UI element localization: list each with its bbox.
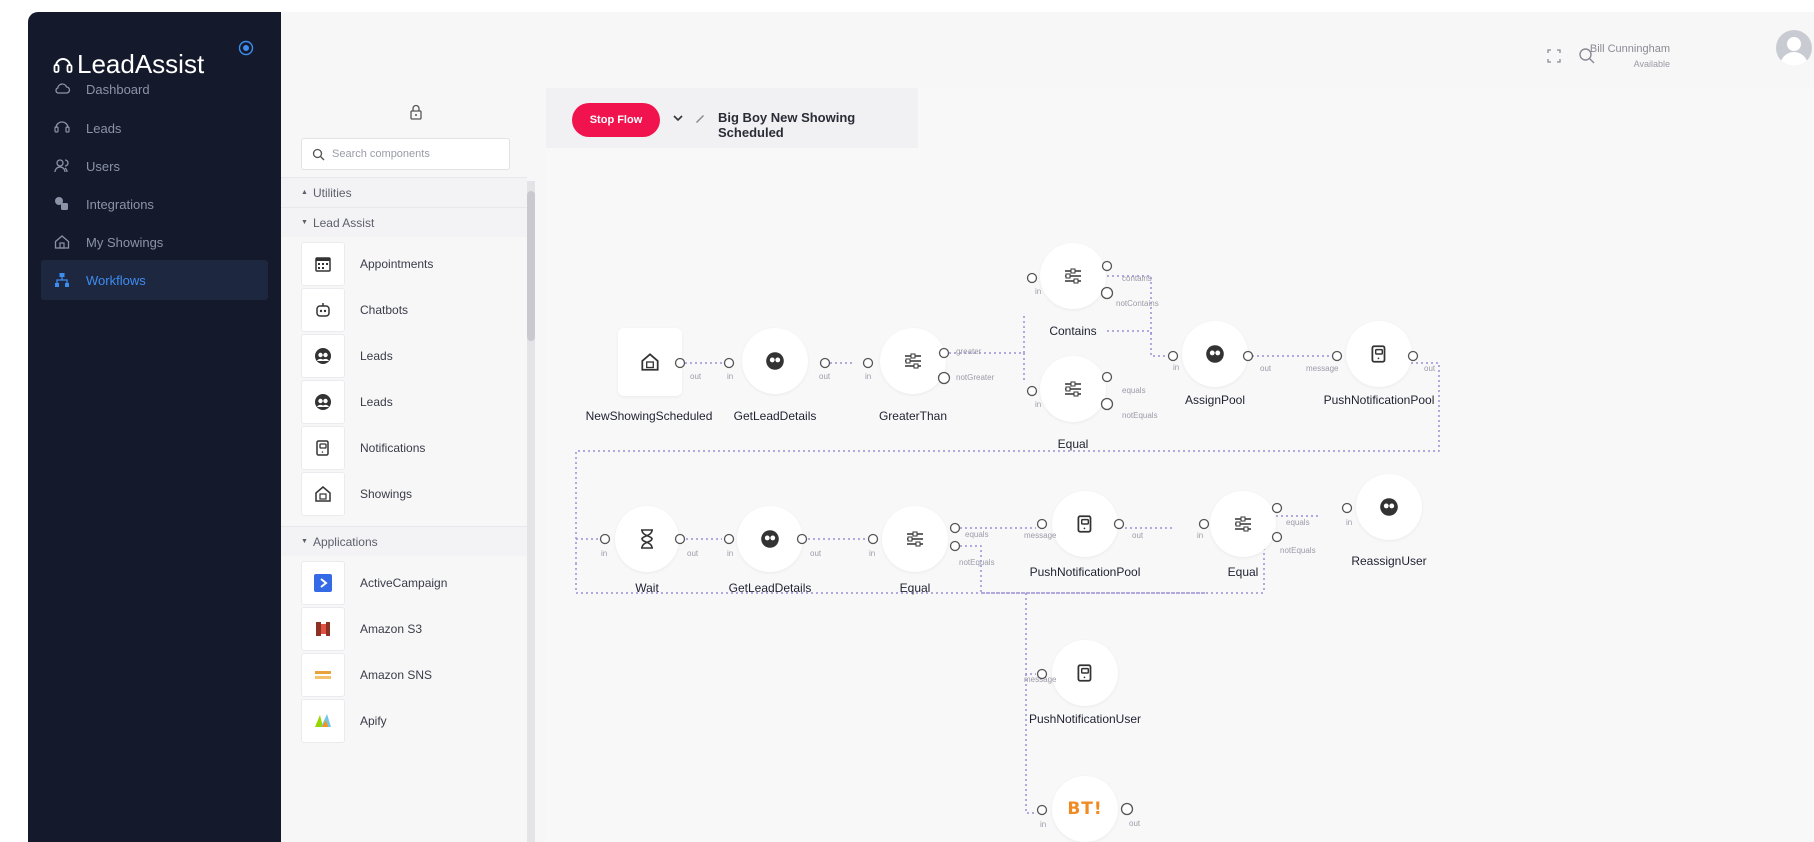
group-applications[interactable]: ▼ Applications <box>281 526 527 556</box>
amazon-s3-icon <box>301 607 345 651</box>
lead-icon <box>54 121 70 133</box>
robot-icon <box>301 288 345 332</box>
component-label: Leads <box>360 395 393 409</box>
leads-icon <box>301 380 345 424</box>
group-label: Utilities <box>312 185 352 200</box>
component-label: Apify <box>360 714 387 728</box>
puzzle-icon <box>55 197 68 210</box>
sidebar-item-my-showings[interactable]: My Showings <box>41 222 268 262</box>
component-label: Showings <box>360 487 413 501</box>
component-amazon-sns[interactable]: Amazon SNS <box>301 653 517 697</box>
component-label: ActiveCampaign <box>360 576 448 590</box>
component-label: Notifications <box>360 441 426 455</box>
app-window: LeadAssist Dashboard Leads Users Integra… <box>28 12 1814 842</box>
search-components-box[interactable] <box>301 138 510 170</box>
lock-icon[interactable] <box>409 104 423 120</box>
apify-icon <box>301 699 345 743</box>
activecampaign-icon <box>301 561 345 605</box>
sidebar-item-label: Workflows <box>86 272 146 288</box>
components-panel: ▲ Utilities ▼ Lead Assist Appointments C… <box>281 88 546 842</box>
group-utilities[interactable]: ▲ Utilities <box>281 177 527 207</box>
user-avatar-icon <box>1780 37 1808 66</box>
sidebar-item-users[interactable]: Users <box>41 146 268 186</box>
sidebar-item-label: Leads <box>86 120 122 136</box>
sidebar-item-integrations[interactable]: Integrations <box>41 184 268 224</box>
sidebar-item-leads[interactable]: Leads <box>41 108 268 148</box>
sidebar-item-dashboard[interactable]: Dashboard <box>41 69 268 109</box>
cloud-icon <box>55 83 71 94</box>
component-appointments[interactable]: Appointments <box>301 242 517 286</box>
calendar-icon <box>301 242 345 286</box>
sidebar: LeadAssist Dashboard Leads Users Integra… <box>28 12 281 842</box>
group-label: Lead Assist <box>312 215 375 230</box>
sidebar-item-label: Dashboard <box>86 81 150 97</box>
component-label: Appointments <box>360 257 434 271</box>
component-chatbots[interactable]: Chatbots <box>301 288 517 332</box>
users-icon <box>54 159 69 173</box>
collapse-arrow-icon: ▼ <box>301 538 308 545</box>
sidebar-item-workflows[interactable]: Workflows <box>41 260 268 300</box>
component-label: Amazon SNS <box>360 668 433 682</box>
home-icon <box>54 235 70 249</box>
amazon-sns-icon <box>301 653 345 697</box>
port-circles <box>599 260 1419 816</box>
component-notifications[interactable]: Notifications <box>301 426 517 470</box>
notification-icon <box>301 426 345 470</box>
component-apify[interactable]: Apify <box>301 699 517 743</box>
component-label: Amazon S3 <box>360 622 423 636</box>
component-activecampaign[interactable]: ActiveCampaign <box>301 561 517 605</box>
expand-arrow-icon: ▲ <box>301 189 308 196</box>
component-label: Leads <box>360 349 393 363</box>
component-leads[interactable]: Leads <box>301 334 517 378</box>
sidebar-item-label: My Showings <box>86 234 164 250</box>
avatar[interactable] <box>1776 30 1812 66</box>
workflow-canvas[interactable]: Stop Flow Big Boy New Showing Scheduled … <box>546 88 1814 842</box>
scroll-thumb[interactable] <box>527 191 535 341</box>
sidebar-item-label: Users <box>86 158 120 174</box>
user-name[interactable]: Bill Cunningham <box>1530 43 1670 55</box>
panel-scrollbar[interactable] <box>527 181 535 842</box>
house-icon <box>301 472 345 516</box>
group-label: Applications <box>312 534 378 549</box>
component-label: Chatbots <box>360 303 409 317</box>
group-lead-assist[interactable]: ▼ Lead Assist <box>281 207 527 237</box>
collapse-arrow-icon: ▼ <box>301 219 308 226</box>
component-amazon-s3[interactable]: Amazon S3 <box>301 607 517 651</box>
sidebar-item-label: Integrations <box>86 196 154 212</box>
workflow-icon <box>55 273 69 287</box>
search-components-input[interactable] <box>332 148 492 160</box>
component-leads-2[interactable]: Leads <box>301 380 517 424</box>
leads-icon <box>301 334 345 378</box>
target-icon[interactable] <box>238 40 254 56</box>
search-icon <box>312 148 325 160</box>
user-status: Available <box>1633 59 1670 69</box>
component-showings[interactable]: Showings <box>301 472 517 516</box>
